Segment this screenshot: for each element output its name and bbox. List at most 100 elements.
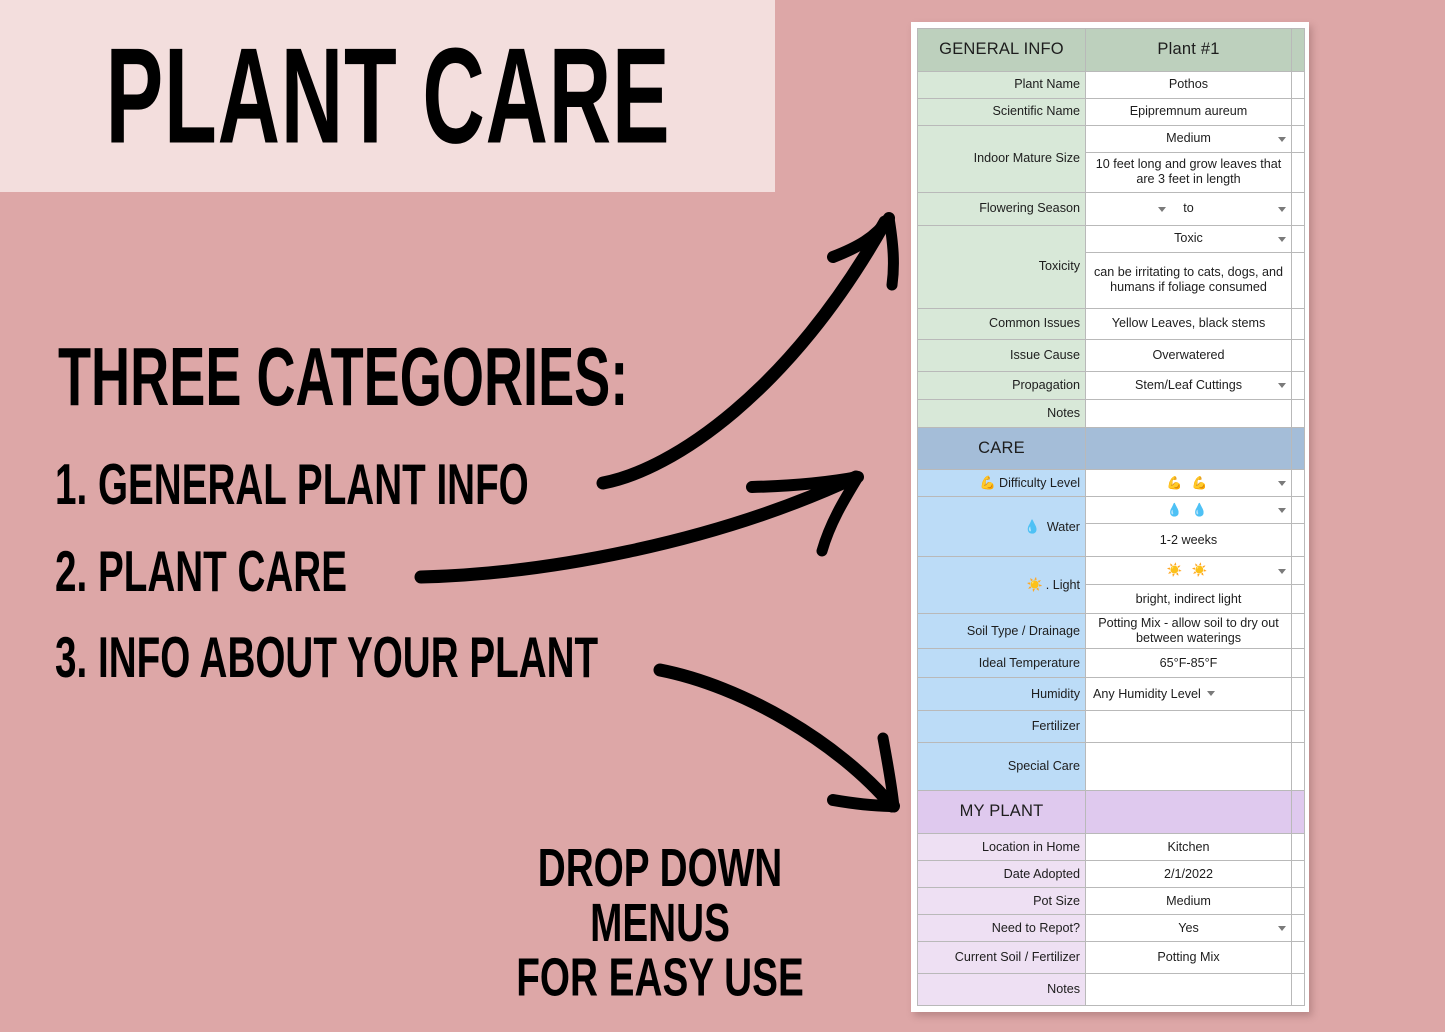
pad-cell: [1291, 941, 1305, 974]
row-label-pot-size: Pot Size: [917, 887, 1086, 915]
row-value-date-adopted[interactable]: 2/1/2022: [1085, 860, 1292, 888]
table-row: Notes: [917, 973, 1305, 1006]
table-row: Indoor Mature Size Medium: [917, 124, 1305, 193]
plant-care-table: GENERAL INFO Plant #1 Plant Name Pothos …: [917, 28, 1305, 1006]
pad-cell: [1291, 338, 1305, 372]
row-label-plant-name: Plant Name: [917, 70, 1086, 99]
table-row: Need to Repot? Yes: [917, 914, 1305, 942]
row-value-need-to-repot[interactable]: Yes: [1085, 914, 1292, 942]
category-item-2: 2. PLANT CARE: [55, 538, 347, 604]
pad-cell: [1291, 677, 1305, 712]
table-row: Plant Name Pothos: [917, 70, 1305, 99]
row-value-common-issues[interactable]: Yellow Leaves, black stems: [1085, 307, 1292, 340]
pad-cell: [1291, 224, 1305, 253]
dropdown-note: DROP DOWN MENUS FOR EASY USE: [488, 838, 831, 1006]
chevron-down-icon[interactable]: [1278, 508, 1286, 514]
row-value-toxicity-detail[interactable]: can be irritating to cats, dogs, and hum…: [1085, 251, 1292, 309]
indoor-size-selected: Medium: [1166, 131, 1211, 146]
water-rating: 💧 💧: [1166, 502, 1211, 517]
pad-cell: [1291, 973, 1305, 1006]
row-label-general-notes: Notes: [917, 398, 1086, 428]
pad-cell: [1291, 28, 1305, 72]
chevron-down-icon[interactable]: [1278, 568, 1286, 574]
title-banner: PLANT CARE: [0, 0, 775, 192]
row-label-soil-type: Soil Type / Drainage: [917, 613, 1086, 650]
row-value-pot-size[interactable]: Medium: [1085, 887, 1292, 915]
pad-cell: [1291, 742, 1305, 792]
row-value-toxicity-select[interactable]: Toxic: [1085, 224, 1292, 253]
row-value-humidity[interactable]: Any Humidity Level: [1085, 677, 1292, 712]
section-header-my-plant: MY PLANT: [917, 790, 1305, 834]
pad-cell: [1291, 790, 1305, 834]
flowering-season-text: to: [1183, 201, 1194, 216]
row-value-light-detail[interactable]: bright, indirect light: [1085, 584, 1292, 615]
row-value-indoor-size-detail[interactable]: 10 feet long and grow leaves that are 3 …: [1085, 151, 1292, 193]
pad-cell: [1291, 648, 1305, 679]
row-value-fertilizer[interactable]: [1085, 710, 1292, 744]
chevron-down-icon[interactable]: [1278, 206, 1286, 212]
light-rating: ☀️ ☀️: [1166, 563, 1211, 578]
chevron-down-icon[interactable]: [1206, 691, 1215, 697]
chevron-down-icon[interactable]: [1278, 383, 1286, 389]
table-row: Current Soil / Fertilizer Potting Mix: [917, 941, 1305, 974]
category-item-3: 3. INFO ABOUT YOUR PLANT: [55, 624, 599, 690]
dropdown-note-line-1: DROP DOWN MENUS: [537, 838, 783, 953]
row-value-scientific-name[interactable]: Epipremnum aureum: [1085, 97, 1292, 126]
pad-cell: [1291, 370, 1305, 400]
row-label-light: ☀️. Light: [917, 556, 1086, 615]
row-value-special-care[interactable]: [1085, 742, 1292, 792]
table-row: Issue Cause Overwatered: [917, 338, 1305, 372]
chevron-down-icon[interactable]: [1158, 206, 1166, 212]
row-value-current-soil[interactable]: Potting Mix: [1085, 941, 1292, 974]
row-label-ideal-temperature: Ideal Temperature: [917, 648, 1086, 679]
humidity-selected: Any Humidity Level: [1093, 686, 1201, 701]
row-value-water-rating[interactable]: 💧 💧: [1085, 496, 1292, 525]
section-header-care: CARE: [917, 426, 1305, 471]
section-header-general: GENERAL INFO Plant #1: [917, 28, 1305, 72]
need-to-repot-selected: Yes: [1178, 920, 1199, 935]
pad-cell: [1291, 151, 1305, 193]
pad-cell: [1291, 887, 1305, 915]
plant-column-header: Plant #1: [1085, 28, 1292, 72]
row-value-soil-type[interactable]: Potting Mix - allow soil to dry out betw…: [1085, 613, 1292, 650]
pad-cell: [1291, 496, 1305, 525]
row-value-propagation[interactable]: Stem/Leaf Cuttings: [1085, 370, 1292, 400]
row-value-general-notes[interactable]: [1085, 398, 1292, 428]
row-label-current-soil: Current Soil / Fertilizer: [917, 941, 1086, 974]
chevron-down-icon[interactable]: [1278, 481, 1286, 487]
row-value-plant-name[interactable]: Pothos: [1085, 70, 1292, 99]
row-value-indoor-size-select[interactable]: Medium: [1085, 124, 1292, 153]
row-value-flowering-season[interactable]: to: [1085, 191, 1292, 226]
row-value-my-plant-notes[interactable]: [1085, 973, 1292, 1006]
pad-cell: [1291, 833, 1305, 861]
chevron-down-icon[interactable]: [1278, 136, 1286, 142]
row-value-light-rating[interactable]: ☀️ ☀️: [1085, 556, 1292, 586]
section-header-my-plant-value: [1085, 790, 1292, 834]
row-value-water-frequency[interactable]: 1-2 weeks: [1085, 523, 1292, 558]
chevron-down-icon[interactable]: [1278, 236, 1286, 242]
pad-cell: [1291, 398, 1305, 428]
pad-cell: [1291, 97, 1305, 126]
sun-icon: ☀️: [1026, 577, 1043, 593]
row-label-fertilizer: Fertilizer: [917, 710, 1086, 744]
row-value-difficulty-level[interactable]: 💪 💪: [1085, 469, 1292, 498]
table-row: 💧 Water 💧 💧: [917, 496, 1305, 558]
pad-cell: [1291, 191, 1305, 226]
row-label-date-adopted: Date Adopted: [917, 860, 1086, 888]
pad-cell: [1291, 556, 1305, 586]
pad-cell: [1291, 426, 1305, 471]
table-row: Notes: [917, 398, 1305, 428]
row-label-humidity: Humidity: [917, 677, 1086, 712]
row-label-location-in-home: Location in Home: [917, 833, 1086, 861]
promo-panel: PLANT CARE THREE CATEGORIES: 1. GENERAL …: [0, 0, 905, 1032]
row-label-water: 💧 Water: [917, 496, 1086, 558]
category-item-1: 1. GENERAL PLANT INFO: [55, 451, 529, 517]
row-value-issue-cause[interactable]: Overwatered: [1085, 338, 1292, 372]
table-row: ☀️. Light ☀️ ☀️: [917, 556, 1305, 615]
table-row: Scientific Name Epipremnum aureum: [917, 97, 1305, 126]
chevron-down-icon[interactable]: [1278, 926, 1286, 931]
arrow-to-my-plant: [653, 663, 900, 813]
categories-heading: THREE CATEGORIES:: [58, 329, 629, 423]
row-value-ideal-temperature[interactable]: 65°F-85°F: [1085, 648, 1292, 679]
row-value-location-in-home[interactable]: Kitchen: [1085, 833, 1292, 861]
